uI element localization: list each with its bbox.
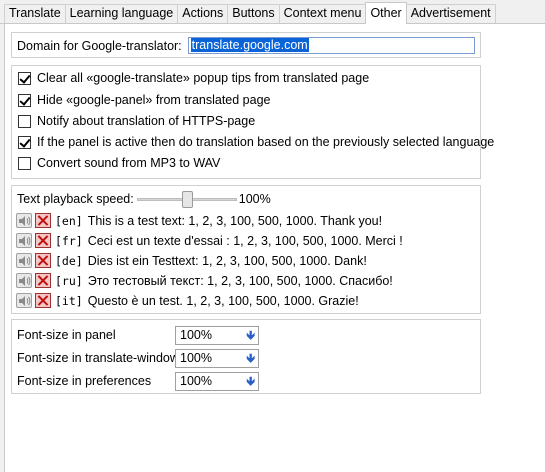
sample-row-ru: [ru] Это тестовый текст: 1, 2, 3, 100, 5… — [16, 271, 393, 290]
font-size-translate-window-label: Font-size in translate-window — [17, 351, 179, 365]
option-label: Clear all «google-translate» popup tips … — [37, 71, 370, 85]
select-value: 100% — [180, 351, 212, 365]
sample-text: Ceci est un texte d'essai : 1, 2, 3, 100… — [87, 233, 403, 248]
option-label: Convert sound from MP3 to WAV — [37, 156, 221, 170]
slider-thumb[interactable] — [181, 191, 193, 208]
font-size-panel-row: Font-size in panel 100% 🡻 — [17, 325, 259, 345]
option-label: If the panel is active then do translati… — [37, 135, 495, 149]
sample-row-de: [de] Dies ist ein Testtext: 1, 2, 3, 100… — [16, 251, 367, 270]
arrow-down-icon: 🡻 — [246, 374, 255, 388]
option-label: Hide «google-panel» from translated page — [37, 93, 271, 107]
option-clear-popup-tips[interactable]: Clear all «google-translate» popup tips … — [18, 68, 369, 88]
font-size-panel-select[interactable]: 100% 🡻 — [175, 325, 259, 345]
font-size-preferences-row: Font-size in preferences 100% 🡻 — [17, 371, 259, 391]
checkbox[interactable] — [18, 71, 31, 85]
stop-x-icon[interactable] — [35, 273, 51, 288]
font-size-preferences-label: Font-size in preferences — [17, 374, 152, 388]
arrow-down-icon: 🡻 — [246, 351, 255, 365]
checkbox[interactable] — [18, 114, 31, 128]
tab-buttons[interactable]: Buttons — [227, 4, 280, 23]
arrow-down-icon: 🡻 — [246, 328, 255, 342]
option-label: Notify about translation of HTTPS-page — [37, 114, 256, 128]
sample-row-it: [it] Questo è un test. 1, 2, 3, 100, 500… — [16, 291, 359, 310]
speaker-icon[interactable] — [16, 233, 32, 248]
playback-speed-label: Text playback speed: — [17, 192, 134, 206]
sample-text: Dies ist ein Testtext: 1, 2, 3, 100, 500… — [87, 253, 367, 268]
sample-text: Это тестовый текст: 1, 2, 3, 100, 500, 1… — [87, 273, 393, 288]
speaker-icon[interactable] — [16, 293, 32, 308]
speaker-icon[interactable] — [16, 273, 32, 288]
language-code: [it] — [55, 293, 83, 308]
domain-input[interactable]: translate.google.com — [187, 37, 475, 54]
language-code: [ru] — [55, 273, 83, 288]
playback-speed-value: 100% — [238, 192, 271, 206]
select-value: 100% — [180, 328, 212, 342]
playback-speed-slider[interactable] — [136, 190, 237, 208]
stop-x-icon[interactable] — [35, 253, 51, 268]
playback-group: Text playback speed: 100% [en] This is a… — [11, 185, 481, 314]
tab-actions[interactable]: Actions — [177, 4, 229, 23]
option-hide-google-panel[interactable]: Hide «google-panel» from translated page — [18, 90, 271, 110]
tab-other[interactable]: Other — [365, 2, 407, 24]
language-code: [fr] — [55, 233, 83, 248]
tab-translate[interactable]: Translate — [4, 4, 66, 23]
font-size-translate-window-row: Font-size in translate-window 100% 🡻 — [17, 348, 259, 368]
sample-text: This is a test text: 1, 2, 3, 100, 500, … — [87, 213, 383, 228]
language-code: [en] — [55, 213, 83, 228]
domain-label: Domain for Google-translator: — [17, 38, 182, 53]
tab-advertisement[interactable]: Advertisement — [405, 4, 496, 23]
checkbox[interactable] — [18, 135, 31, 149]
speaker-icon[interactable] — [16, 253, 32, 268]
domain-input-value: translate.google.com — [190, 38, 309, 52]
sample-row-en: [en] This is a test text: 1, 2, 3, 100, … — [16, 211, 382, 230]
sample-text: Questo è un test. 1, 2, 3, 100, 500, 100… — [87, 293, 359, 308]
option-notify-https[interactable]: Notify about translation of HTTPS-page — [18, 111, 255, 131]
option-previous-language[interactable]: If the panel is active then do translati… — [18, 132, 494, 152]
select-value: 100% — [180, 374, 212, 388]
sample-row-fr: [fr] Ceci est un texte d'essai : 1, 2, 3… — [16, 231, 403, 250]
stop-x-icon[interactable] — [35, 293, 51, 308]
font-size-translate-window-select[interactable]: 100% 🡻 — [175, 348, 259, 368]
tab-context-menu[interactable]: Context menu — [278, 4, 367, 23]
tab-strip: Translate Learning language Actions Butt… — [0, 0, 545, 24]
tab-learning-language[interactable]: Learning language — [64, 4, 179, 23]
font-size-preferences-select[interactable]: 100% 🡻 — [175, 371, 259, 391]
checkbox[interactable] — [18, 156, 31, 170]
speaker-icon[interactable] — [16, 213, 32, 228]
domain-group: Domain for Google-translator: translate.… — [11, 32, 481, 58]
language-code: [de] — [55, 253, 83, 268]
options-group: Clear all «google-translate» popup tips … — [11, 65, 494, 179]
checkbox[interactable] — [18, 93, 31, 107]
stop-x-icon[interactable] — [35, 213, 51, 228]
tab-panel-other: Domain for Google-translator: translate.… — [4, 24, 545, 472]
stop-x-icon[interactable] — [35, 233, 51, 248]
font-size-group: Font-size in panel 100% 🡻 Font-size in t… — [11, 319, 481, 394]
font-size-panel-label: Font-size in panel — [17, 328, 116, 342]
option-convert-mp3-wav[interactable]: Convert sound from MP3 to WAV — [18, 153, 220, 173]
